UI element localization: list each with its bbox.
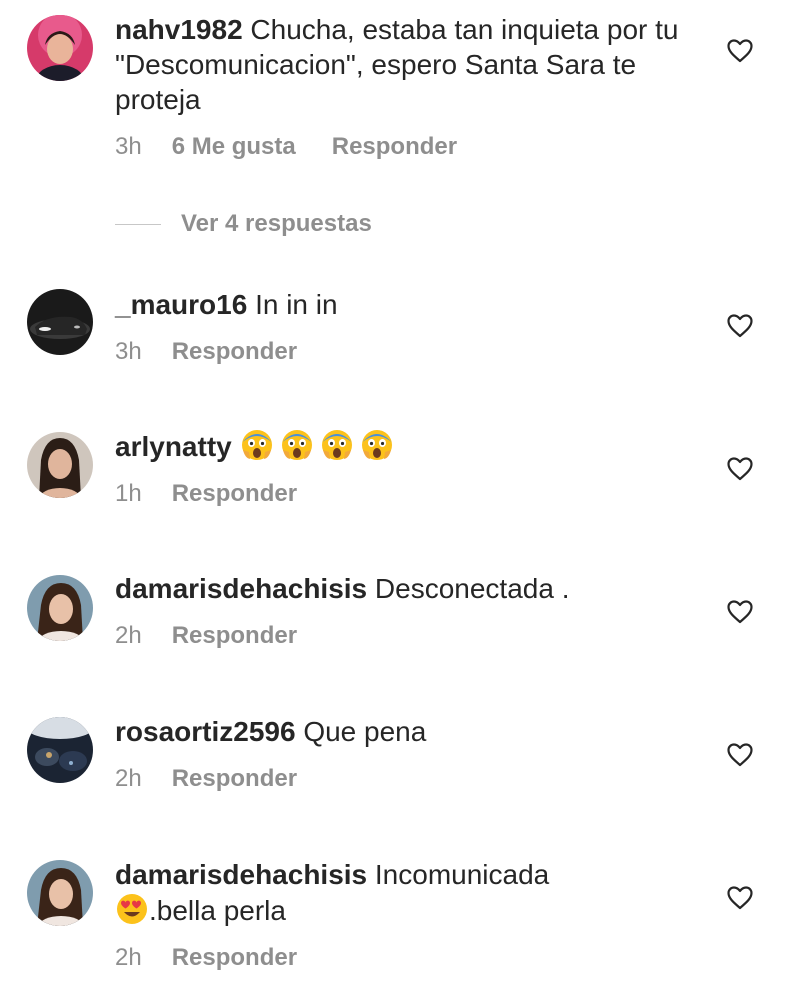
heart-icon[interactable] — [727, 886, 753, 910]
divider — [115, 223, 161, 225]
comment-meta: 1h Responder — [115, 479, 700, 509]
comment-text: arlynatty — [115, 428, 700, 464]
username[interactable]: damarisdehachisis — [115, 859, 367, 890]
comment-meta: 3h 6 Me gusta Responder — [115, 132, 700, 162]
comment-meta: 3h Responder — [115, 337, 700, 367]
reply-button[interactable]: Responder — [332, 132, 457, 162]
heart-icon[interactable] — [727, 743, 753, 767]
comment-meta: 2h Responder — [115, 621, 700, 651]
timestamp: 2h — [115, 622, 142, 649]
comment-text: damarisdehachisis Incomunicada .bella pe… — [115, 857, 700, 928]
comment-body: Que pena — [295, 716, 427, 747]
reply-button[interactable]: Responder — [172, 621, 297, 651]
comment-text: _mauro16 In in in — [115, 287, 700, 322]
comment-body: In in in — [247, 289, 338, 320]
face-screaming-in-fear-emoji-icon — [320, 428, 354, 462]
avatar[interactable] — [27, 717, 93, 783]
timestamp: 3h — [115, 338, 142, 365]
heart-icon[interactable] — [727, 600, 753, 624]
view-replies-button[interactable]: Ver 4 respuestas — [115, 208, 372, 240]
reply-button[interactable]: Responder — [172, 943, 297, 973]
comment-body: Desconectada . — [367, 573, 570, 604]
avatar[interactable] — [27, 860, 93, 926]
reply-button[interactable]: Responder — [172, 337, 297, 367]
username[interactable]: arlynatty — [115, 431, 232, 462]
heart-icon[interactable] — [727, 39, 753, 63]
comment-body — [240, 428, 400, 462]
view-replies-label: Ver 4 respuestas — [181, 210, 372, 237]
reply-button[interactable]: Responder — [172, 764, 297, 794]
face-screaming-in-fear-emoji-icon — [360, 428, 394, 462]
username[interactable]: nahv1982 — [115, 14, 243, 45]
comment-text: rosaortiz2596 Que pena — [115, 714, 700, 749]
heart-icon[interactable] — [727, 314, 753, 338]
likes-count[interactable]: 6 Me gusta — [172, 132, 296, 162]
heart-eyes-emoji-icon — [115, 892, 149, 926]
face-screaming-in-fear-emoji-icon — [240, 428, 274, 462]
username[interactable]: damarisdehachisis — [115, 573, 367, 604]
heart-icon[interactable] — [727, 457, 753, 481]
comment-meta: 2h Responder — [115, 943, 700, 973]
comment-text: damarisdehachisis Desconectada . — [115, 571, 700, 606]
reply-button[interactable]: Responder — [172, 479, 297, 509]
avatar[interactable] — [27, 289, 93, 355]
avatar[interactable] — [27, 575, 93, 641]
face-screaming-in-fear-emoji-icon — [280, 428, 314, 462]
timestamp: 1h — [115, 480, 142, 507]
comment-body-line2: .bella perla — [149, 895, 286, 926]
timestamp: 2h — [115, 944, 142, 971]
timestamp: 3h — [115, 133, 142, 160]
username[interactable]: rosaortiz2596 — [115, 716, 296, 747]
comment-text: nahv1982 Chucha, estaba tan inquieta por… — [115, 12, 700, 117]
comment-meta: 2h Responder — [115, 764, 700, 794]
avatar[interactable] — [27, 432, 93, 498]
username[interactable]: _mauro16 — [115, 289, 247, 320]
timestamp: 2h — [115, 765, 142, 792]
avatar[interactable] — [27, 15, 93, 81]
comment-body: Incomunicada — [367, 859, 550, 890]
